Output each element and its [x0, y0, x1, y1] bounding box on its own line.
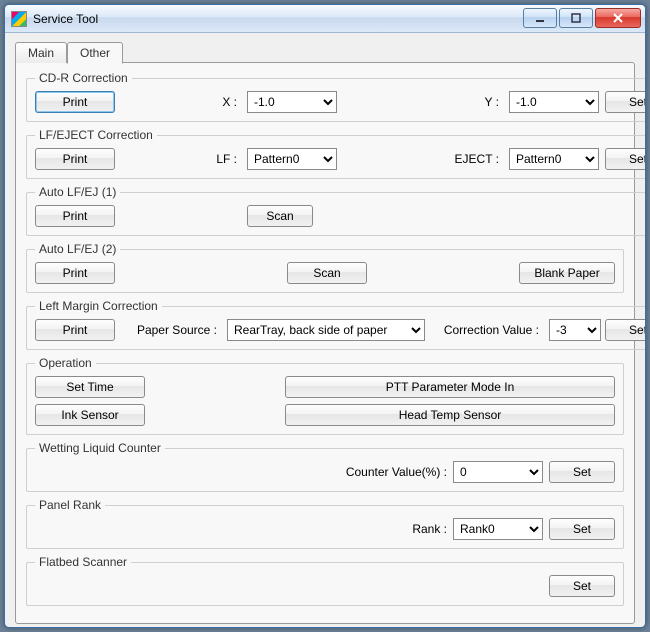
cdr-set-button[interactable]: Set	[605, 91, 646, 113]
op-set-time-button[interactable]: Set Time	[35, 376, 145, 398]
auto1-print-button[interactable]: Print	[35, 205, 115, 227]
group-lfej-legend: LF/EJECT Correction	[35, 128, 157, 142]
cdr-x-label: X :	[121, 95, 241, 109]
group-wlc: Wetting Liquid Counter Counter Value(%) …	[26, 441, 624, 492]
lfej-lf-select[interactable]: Pattern0	[247, 148, 337, 170]
group-auto1: Auto LF/EJ (1) Print Scan	[26, 185, 646, 236]
lmc-set-button[interactable]: Set	[605, 319, 646, 341]
group-cdr-legend: CD-R Correction	[35, 71, 132, 85]
close-icon	[611, 12, 625, 24]
cdr-y-label: Y :	[413, 95, 503, 109]
group-flatbed-legend: Flatbed Scanner	[35, 555, 131, 569]
lfej-eject-select[interactable]: Pattern0	[509, 148, 599, 170]
tab-strip: Main Other	[15, 41, 635, 63]
lmc-cv-label: Correction Value :	[443, 323, 543, 337]
lmc-cv-select[interactable]: -3	[549, 319, 601, 341]
group-wlc-legend: Wetting Liquid Counter	[35, 441, 165, 455]
lmc-print-button[interactable]: Print	[35, 319, 115, 341]
rank-label: Rank :	[412, 522, 447, 536]
wlc-value-select[interactable]: 0	[453, 461, 543, 483]
lmc-source-label: Paper Source :	[121, 323, 221, 337]
minimize-button[interactable]	[523, 8, 557, 28]
group-auto1-legend: Auto LF/EJ (1)	[35, 185, 120, 199]
cdr-print-button[interactable]: Print	[35, 91, 115, 113]
group-lmc: Left Margin Correction Print Paper Sourc…	[26, 299, 646, 350]
group-flatbed: Flatbed Scanner Set	[26, 555, 624, 606]
tab-main[interactable]: Main	[15, 42, 67, 63]
lmc-source-select[interactable]: RearTray, back side of paper	[227, 319, 425, 341]
maximize-icon	[570, 12, 582, 24]
rank-value-select[interactable]: Rank0	[453, 518, 543, 540]
lfej-print-button[interactable]: Print	[35, 148, 115, 170]
rank-set-button[interactable]: Set	[549, 518, 615, 540]
window-title: Service Tool	[33, 12, 98, 26]
group-operation-legend: Operation	[35, 356, 96, 370]
app-window: Service Tool Main Other CD-R Correction …	[4, 4, 646, 628]
lfej-lf-label: LF :	[121, 152, 241, 166]
group-rank: Panel Rank Rank : Rank0 Set	[26, 498, 624, 549]
group-lfej: LF/EJECT Correction Print LF : Pattern0 …	[26, 128, 646, 179]
content-area: Main Other CD-R Correction Print X : -1.…	[5, 33, 645, 628]
op-head-temp-button[interactable]: Head Temp Sensor	[285, 404, 615, 426]
group-auto2-legend: Auto LF/EJ (2)	[35, 242, 120, 256]
cdr-x-select[interactable]: -1.0	[247, 91, 337, 113]
lfej-set-button[interactable]: Set	[605, 148, 646, 170]
wlc-label: Counter Value(%) :	[346, 465, 447, 479]
op-ptt-button[interactable]: PTT Parameter Mode In	[285, 376, 615, 398]
auto2-blank-paper-button[interactable]: Blank Paper	[519, 262, 615, 284]
close-button[interactable]	[595, 8, 641, 28]
auto2-print-button[interactable]: Print	[35, 262, 115, 284]
wlc-set-button[interactable]: Set	[549, 461, 615, 483]
lfej-eject-label: EJECT :	[413, 152, 503, 166]
auto1-scan-button[interactable]: Scan	[247, 205, 313, 227]
tab-other[interactable]: Other	[67, 42, 123, 64]
group-cdr: CD-R Correction Print X : -1.0 Y : -1.0 …	[26, 71, 646, 122]
maximize-button[interactable]	[559, 8, 593, 28]
group-lmc-legend: Left Margin Correction	[35, 299, 162, 313]
minimize-icon	[534, 12, 546, 24]
group-rank-legend: Panel Rank	[35, 498, 105, 512]
group-auto2: Auto LF/EJ (2) Print Scan Blank Paper	[26, 242, 624, 293]
op-ink-sensor-button[interactable]: Ink Sensor	[35, 404, 145, 426]
titlebar: Service Tool	[5, 5, 645, 33]
auto2-scan-button[interactable]: Scan	[287, 262, 367, 284]
app-icon	[11, 11, 27, 27]
tab-panel-other: CD-R Correction Print X : -1.0 Y : -1.0 …	[15, 62, 635, 624]
group-operation: Operation Set Time PTT Parameter Mode In…	[26, 356, 624, 435]
cdr-y-select[interactable]: -1.0	[509, 91, 599, 113]
flatbed-set-button[interactable]: Set	[549, 575, 615, 597]
